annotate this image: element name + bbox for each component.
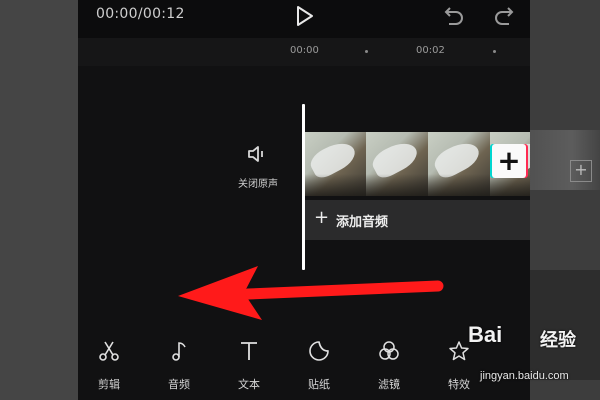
toolbar-item-audio[interactable]: 音频 [154,339,204,395]
left-backdrop [0,0,78,400]
music-note-icon [172,342,186,361]
toolbar-item-edit[interactable]: 剪辑 [84,339,134,395]
toolbar-item-label: 剪辑 [98,378,120,391]
watermark-url: jingyan.baidu.com [480,370,569,382]
sticker-icon [309,341,329,361]
watermark-logo: Bai [468,322,503,347]
toolbar-item-label: 滤镜 [378,378,400,391]
toolbar-item-label: 音频 [168,378,190,391]
watermark-title: 经验 [540,330,576,351]
text-icon [241,342,257,360]
toolbar-item-sticker[interactable]: 贴纸 [294,339,344,395]
toolbar-item-text[interactable]: 文本 [224,339,274,395]
filter-icon [379,341,399,360]
scissors-icon [99,341,119,361]
bottom-toolbar: 剪辑 音频 文本 贴纸 滤镜 特效 [78,335,530,400]
toolbar-item-label: 文本 [238,378,260,391]
video-editor-app: 00:00/00:12 00:00 00:02 关闭原声 + + 添加音频 剪辑… [78,0,530,400]
toolbar-item-label: 贴纸 [308,378,330,391]
baidu-jingyan-watermark: Bai 经验 jingyan.baidu.com [468,322,600,392]
toolbar-item-filter[interactable]: 滤镜 [364,339,414,395]
background-plus-icon: + [570,160,592,182]
